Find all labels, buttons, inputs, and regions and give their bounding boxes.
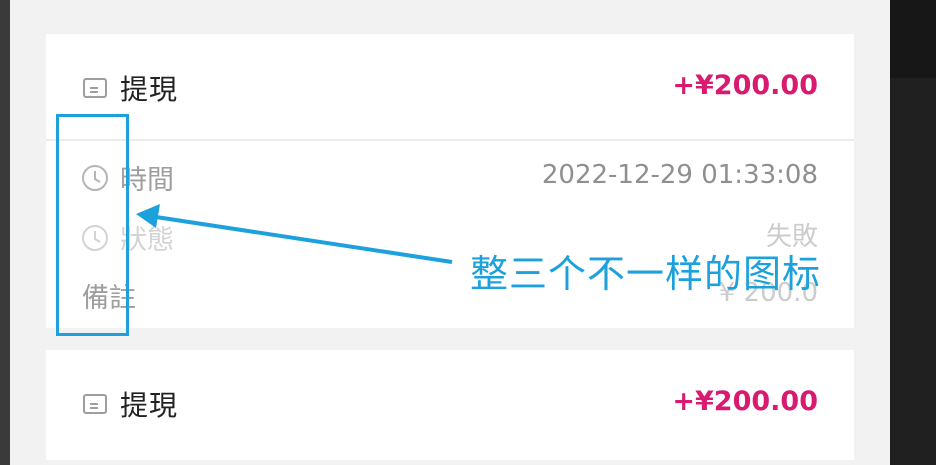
annotation-text: 整三个不一样的图标 [470,252,822,296]
annotation-arrow [136,204,453,264]
